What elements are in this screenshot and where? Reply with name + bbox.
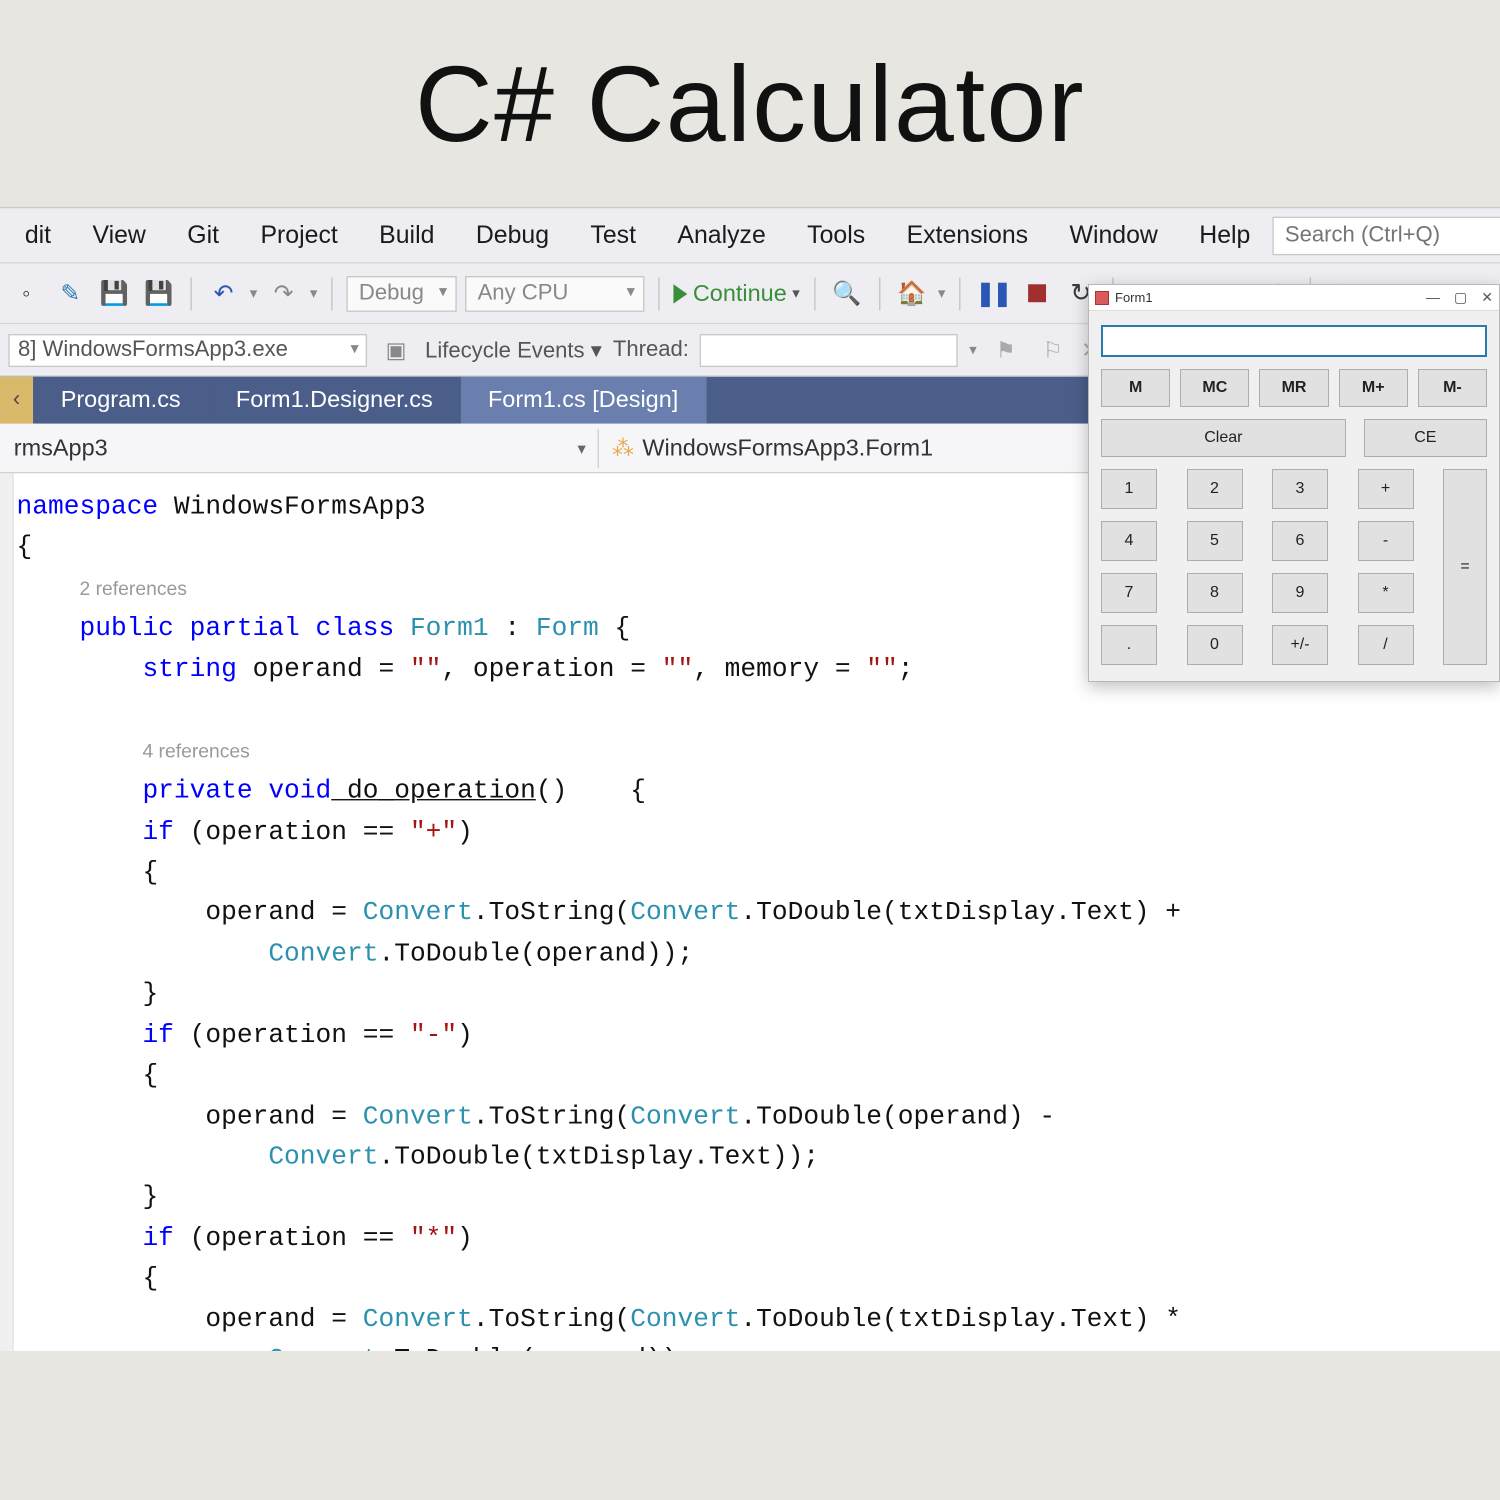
key-equals[interactable]: = (1443, 469, 1487, 665)
key-9[interactable]: 9 (1272, 573, 1328, 613)
key-3[interactable]: 3 (1272, 469, 1328, 509)
menu-git[interactable]: Git (168, 213, 238, 259)
find-icon[interactable]: 🔍 (829, 275, 865, 311)
key-1[interactable]: 1 (1101, 469, 1157, 509)
key-4[interactable]: 4 (1101, 521, 1157, 561)
maximize-icon[interactable]: ▢ (1454, 289, 1467, 306)
key-plus[interactable]: + (1358, 469, 1414, 509)
menu-test[interactable]: Test (571, 213, 655, 259)
platform-dropdown[interactable]: Any CPU (465, 275, 644, 311)
menu-extensions[interactable]: Extensions (887, 213, 1047, 259)
menu-bar: dit View Git Project Build Debug Test An… (0, 208, 1500, 263)
continue-label: Continue (693, 279, 787, 307)
menu-build[interactable]: Build (360, 213, 454, 259)
redo-icon[interactable]: ↷ (266, 275, 302, 311)
menu-help[interactable]: Help (1180, 213, 1270, 259)
thread-dropdown[interactable] (700, 333, 958, 366)
play-icon (674, 284, 688, 303)
calculator-titlebar[interactable]: Form1 — ▢ ✕ (1089, 285, 1499, 311)
key-8[interactable]: 8 (1187, 573, 1243, 613)
mem-mc-button[interactable]: MC (1180, 369, 1249, 407)
key-7[interactable]: 7 (1101, 573, 1157, 613)
filter-icon[interactable]: ⚐ (1035, 332, 1071, 368)
ce-button[interactable]: CE (1364, 419, 1487, 457)
key-5[interactable]: 5 (1187, 521, 1243, 561)
key-0[interactable]: 0 (1187, 625, 1243, 665)
clear-button[interactable]: Clear (1101, 419, 1346, 457)
tab-form1-design[interactable]: Form1.cs [Design] (460, 377, 706, 424)
new-item-icon[interactable]: ✎ (52, 275, 88, 311)
continue-button[interactable]: Continue ▾ (674, 279, 800, 307)
save-icon[interactable]: 💾 (97, 275, 133, 311)
page-banner: C# Calculator (0, 0, 1500, 207)
key-dot[interactable]: . (1101, 625, 1157, 665)
thread-label: Thread: (613, 337, 689, 362)
mem-mr-button[interactable]: MR (1259, 369, 1328, 407)
nav-project-label: rmsApp3 (14, 434, 108, 462)
tab-scroll-left-icon[interactable]: ‹ (0, 377, 33, 424)
search-input[interactable] (1272, 216, 1500, 255)
menu-debug[interactable]: Debug (456, 213, 568, 259)
browser-link-icon[interactable]: 🏠 (894, 275, 930, 311)
minimize-icon[interactable]: — (1426, 289, 1440, 306)
tab-form1-designer[interactable]: Form1.Designer.cs (208, 377, 460, 424)
stop-icon[interactable] (1019, 275, 1055, 311)
form-title: Form1 (1115, 290, 1153, 305)
menu-view[interactable]: View (73, 213, 165, 259)
lifecycle-label: Lifecycle Events ▾ (425, 336, 602, 364)
nav-back-icon[interactable]: ◦ (8, 275, 44, 311)
mem-mminus-button[interactable]: M- (1418, 369, 1487, 407)
pause-icon[interactable]: ❚❚ (975, 275, 1011, 311)
nav-project-dropdown[interactable]: rmsApp3 (0, 428, 598, 467)
menu-analyze[interactable]: Analyze (658, 213, 785, 259)
lifecycle-icon[interactable]: ▣ (378, 332, 414, 368)
save-all-icon[interactable]: 💾 (141, 275, 177, 311)
mem-mplus-button[interactable]: M+ (1339, 369, 1408, 407)
key-minus[interactable]: - (1358, 521, 1414, 561)
key-multiply[interactable]: * (1358, 573, 1414, 613)
process-dropdown[interactable]: 8] WindowsFormsApp3.exe (8, 333, 367, 366)
mem-m-button[interactable]: M (1101, 369, 1170, 407)
menu-edit[interactable]: dit (6, 213, 71, 259)
menu-window[interactable]: Window (1050, 213, 1177, 259)
menu-project[interactable]: Project (241, 213, 357, 259)
key-2[interactable]: 2 (1187, 469, 1243, 509)
key-divide[interactable]: / (1358, 625, 1414, 665)
display-input[interactable] (1101, 325, 1487, 357)
close-icon[interactable]: ✕ (1481, 289, 1493, 306)
config-dropdown[interactable]: Debug (346, 275, 456, 311)
editor-gutter (0, 473, 14, 1351)
tab-program-cs[interactable]: Program.cs (33, 377, 208, 424)
puzzle-icon: ⁂ (612, 434, 634, 462)
form-icon (1095, 291, 1109, 305)
banner-title: C# Calculator (415, 41, 1085, 167)
flag-icon[interactable]: ⚑ (988, 332, 1024, 368)
undo-icon[interactable]: ↶ (206, 275, 242, 311)
calculator-form: Form1 — ▢ ✕ M MC MR M+ M- Clear CE 1 2 3… (1088, 284, 1500, 682)
nav-class-label: WindowsFormsApp3.Form1 (642, 434, 933, 462)
menu-tools[interactable]: Tools (788, 213, 885, 259)
key-6[interactable]: 6 (1272, 521, 1328, 561)
key-sign[interactable]: +/- (1272, 625, 1328, 665)
